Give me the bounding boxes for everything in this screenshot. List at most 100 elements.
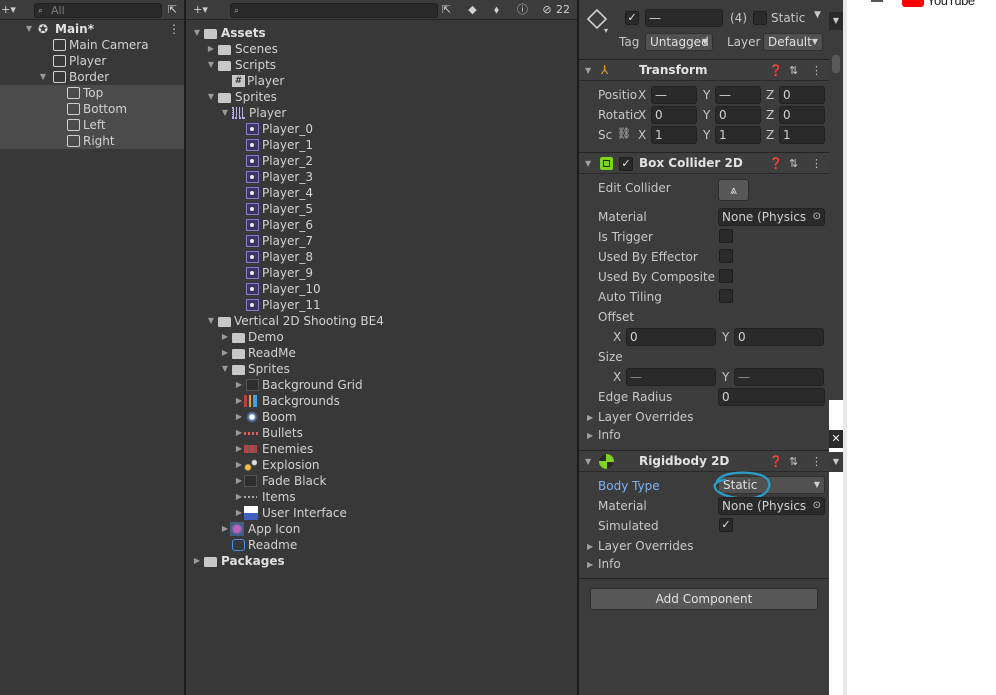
chevron-right-icon[interactable]: ▶	[234, 393, 244, 409]
project-asset-row[interactable]: ▶ Fade Black	[186, 473, 577, 489]
chevron-right-icon[interactable]: ▶	[234, 377, 244, 393]
project-asset-row[interactable]: ▶ App Icon	[186, 521, 577, 537]
rotation-y-field[interactable]: 0	[715, 106, 761, 124]
hierarchy-item-selected[interactable]: Top	[0, 85, 184, 101]
more-icon[interactable]: ⋮	[811, 455, 822, 468]
youtube-logo[interactable]: YouTube	[902, 0, 992, 8]
project-folder-row[interactable]: ▼ Vertical 2D Shooting BE4	[186, 313, 577, 329]
add-component-button[interactable]: Add Component	[590, 588, 818, 610]
project-asset-row[interactable]: Player_2	[186, 153, 577, 169]
chevron-right-icon[interactable]: ▶	[220, 521, 230, 537]
chevron-right-icon[interactable]: ▶	[587, 431, 593, 440]
preset-icon[interactable]: ⇅	[789, 157, 798, 170]
chevron-down-icon[interactable]: ▼	[585, 159, 591, 168]
hierarchy-item[interactable]: Player	[0, 53, 184, 69]
project-asset-row[interactable]: ▶ Explosion	[186, 457, 577, 473]
static-dropdown-icon[interactable]: ▼	[814, 10, 821, 20]
project-asset-row[interactable]: Player_0	[186, 121, 577, 137]
layer-dropdown[interactable]: Default ▼	[763, 33, 823, 51]
size-y-field[interactable]: —	[734, 368, 824, 386]
close-icon[interactable]: ✕	[829, 430, 843, 448]
project-asset-row[interactable]: # Player	[186, 73, 577, 89]
chevron-down-icon[interactable]: ▼	[585, 457, 591, 466]
name-field[interactable]: —	[645, 9, 723, 27]
project-asset-row[interactable]: ▶ User Interface	[186, 505, 577, 521]
scale-z-field[interactable]: 1	[779, 126, 825, 144]
size-x-field[interactable]: —	[626, 368, 716, 386]
chevron-right-icon[interactable]: ▶	[234, 441, 244, 457]
edge-radius-field[interactable]: 0	[718, 388, 825, 406]
project-asset-row[interactable]: Player_6	[186, 217, 577, 233]
constrain-proportions-icon[interactable]: ⛓	[617, 127, 631, 140]
position-z-field[interactable]: 0	[779, 86, 825, 104]
hierarchy-item-selected[interactable]: Left	[0, 117, 184, 133]
box-collider-header[interactable]: ▼ ✓ Box Collider 2D ❓ ⇅ ⋮	[579, 152, 829, 174]
add-icon[interactable]: +▾	[0, 2, 17, 18]
project-asset-row[interactable]: ▶ Background Grid	[186, 377, 577, 393]
project-asset-row[interactable]: Player_3	[186, 169, 577, 185]
auto-tiling-checkbox[interactable]	[719, 289, 733, 303]
chevron-down-icon[interactable]: ▼	[24, 21, 34, 37]
chevron-right-icon[interactable]: ▶	[234, 489, 244, 505]
chevron-right-icon[interactable]: ▶	[587, 560, 593, 569]
chevron-right-icon[interactable]: ▶	[234, 473, 244, 489]
chevron-right-icon[interactable]: ▶	[234, 409, 244, 425]
filter-icon[interactable]: ◆	[464, 2, 481, 18]
object-picker-icon[interactable]: ⊙	[813, 498, 821, 514]
chevron-down-icon[interactable]: ▼	[206, 313, 216, 329]
project-asset-row[interactable]: Player_4	[186, 185, 577, 201]
chevron-down-icon[interactable]: ▼	[585, 66, 591, 75]
offset-y-field[interactable]: 0	[734, 328, 824, 346]
lock-icon[interactable]: ⇱	[164, 2, 181, 18]
preset-icon[interactable]: ⇅	[789, 455, 798, 468]
scene-row[interactable]: ▼ ✪ Main* ⋮	[0, 21, 184, 37]
project-folder-row[interactable]: ▼ Sprites	[186, 361, 577, 377]
tag-dropdown[interactable]: Untagged ▼	[645, 33, 713, 51]
preset-icon[interactable]: ⇅	[789, 64, 798, 77]
project-asset-row[interactable]: Player_7	[186, 233, 577, 249]
chevron-down-icon[interactable]: ▼	[220, 105, 230, 121]
chevron-right-icon[interactable]: ▶	[192, 553, 202, 569]
chevron-down-icon[interactable]: ▼	[192, 25, 202, 41]
project-folder-row[interactable]: ▼ Scripts	[186, 57, 577, 73]
rotation-z-field[interactable]: 0	[779, 106, 825, 124]
project-folder-row[interactable]: ▼ Assets	[186, 25, 577, 41]
chevron-right-icon[interactable]: ▶	[587, 413, 593, 422]
hierarchy-item-selected[interactable]: Bottom	[0, 101, 184, 117]
project-asset-row[interactable]: Player_10	[186, 281, 577, 297]
help-icon[interactable]: ❓	[769, 455, 783, 468]
project-folder-row[interactable]: ▶ Scenes	[186, 41, 577, 57]
used-by-composite-checkbox[interactable]	[719, 269, 733, 283]
eye-hidden-icon[interactable]: ⊘	[540, 2, 554, 18]
project-asset-row[interactable]: ▶ Bullets	[186, 425, 577, 441]
chevron-right-icon[interactable]: ▶	[220, 345, 230, 361]
project-folder-row[interactable]: ▶ Packages	[186, 553, 577, 569]
help-icon[interactable]: ❓	[769, 157, 783, 170]
label-icon[interactable]: ⬧	[488, 2, 505, 18]
project-asset-row[interactable]: Player_11	[186, 297, 577, 313]
position-x-field[interactable]: —	[651, 86, 697, 104]
scale-y-field[interactable]: 1	[715, 126, 761, 144]
object-picker-icon[interactable]: ⊙	[813, 209, 821, 225]
chevron-right-icon[interactable]: ▶	[587, 542, 593, 551]
chevron-down-icon[interactable]: ▼	[829, 12, 843, 30]
hierarchy-item-selected[interactable]: Right	[0, 133, 184, 149]
static-checkbox[interactable]	[753, 11, 767, 25]
project-asset-row[interactable]: Player_8	[186, 249, 577, 265]
project-asset-row[interactable]: ▶ Backgrounds	[186, 393, 577, 409]
chevron-right-icon[interactable]: ▶	[234, 425, 244, 441]
is-trigger-checkbox[interactable]	[719, 229, 733, 243]
hierarchy-search-input[interactable]: ⌕ All	[34, 3, 162, 18]
active-checkbox[interactable]: ✓	[625, 11, 639, 25]
chevron-down-icon[interactable]: ▼	[220, 361, 230, 377]
used-by-effector-checkbox[interactable]	[719, 249, 733, 263]
project-asset-row[interactable]: Player_5	[186, 201, 577, 217]
project-search-input[interactable]: ⌕	[230, 3, 438, 18]
chevron-right-icon[interactable]: ▶	[206, 41, 216, 57]
scale-x-field[interactable]: 1	[651, 126, 697, 144]
chevron-right-icon[interactable]: ▶	[234, 505, 244, 521]
project-asset-row[interactable]: Player_1	[186, 137, 577, 153]
info-icon[interactable]: ⓘ	[514, 2, 531, 18]
rigidbody-header[interactable]: ▼ Rigidbody 2D ❓ ⇅ ⋮	[579, 450, 829, 472]
project-folder-row[interactable]: ▼ Sprites	[186, 89, 577, 105]
